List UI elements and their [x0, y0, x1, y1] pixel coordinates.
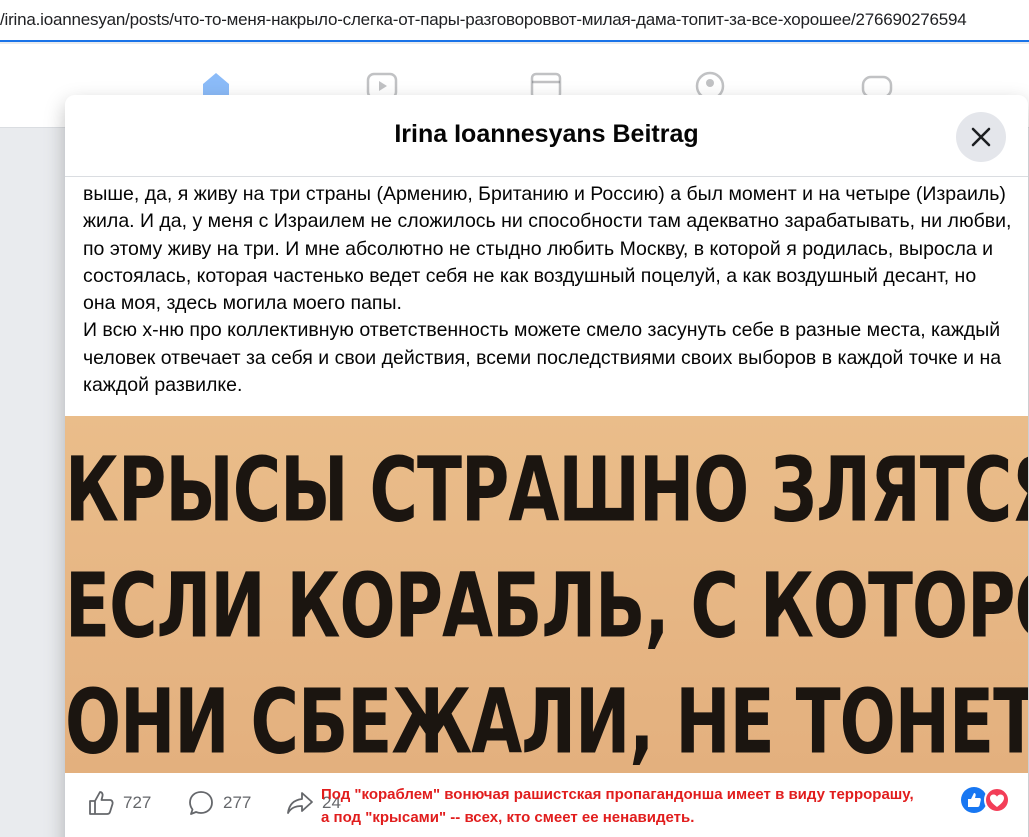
image-text-line: ЕСЛИ КОРАБЛЬ, С КОТОРОГО: [65, 554, 1028, 658]
dialog-title: Irina Ioannesyans Beitrag: [394, 120, 699, 148]
like-button[interactable]: 727: [87, 789, 151, 817]
comment-count: 277: [223, 793, 252, 812]
annotation-line: а под "крысами" -- всех, кто смеет ее не…: [321, 809, 695, 826]
like-count: 727: [123, 793, 152, 812]
url-text[interactable]: /irina.ioannesyan/posts/что-то-меня-накр…: [0, 10, 967, 30]
thumbs-up-icon: [89, 791, 114, 815]
post-paragraph: И всю х-ню про коллективную ответственно…: [83, 319, 1002, 397]
love-reaction-icon[interactable]: [984, 787, 1010, 813]
annotation-line: Под "кораблем" вонючая рашистская пропаг…: [321, 786, 914, 803]
post-image[interactable]: КРЫСЫ СТРАШНО ЗЛЯТСЯ, ЕСЛИ КОРАБЛЬ, С КО…: [65, 416, 1028, 773]
comment-button[interactable]: 277: [187, 789, 251, 817]
post-dialog: Irina Ioannesyans Beitrag выше, да, я жи…: [65, 95, 1028, 837]
dialog-header: Irina Ioannesyans Beitrag: [65, 95, 1028, 177]
browser-address-bar[interactable]: /irina.ioannesyan/posts/что-то-меня-накр…: [0, 0, 1029, 42]
close-button[interactable]: [956, 112, 1006, 162]
post-footer: 727 277 24 Под "кораблем" вонючая рашист…: [65, 773, 1028, 837]
image-text-line: КРЫСЫ СТРАШНО ЗЛЯТСЯ,: [65, 438, 1028, 542]
share-icon: [287, 792, 313, 814]
close-icon: [971, 127, 991, 147]
annotation-overlay: Под "кораблем" вонючая рашистская пропаг…: [321, 783, 981, 829]
image-text-line: ОНИ СБЕЖАЛИ, НЕ ТОНЕТ: [65, 670, 1028, 773]
comment-icon: [189, 791, 213, 815]
post-body: выше, да, я живу на три страны (Армению,…: [83, 181, 1013, 399]
post-paragraph: выше, да, я живу на три страны (Армению,…: [83, 183, 1012, 315]
